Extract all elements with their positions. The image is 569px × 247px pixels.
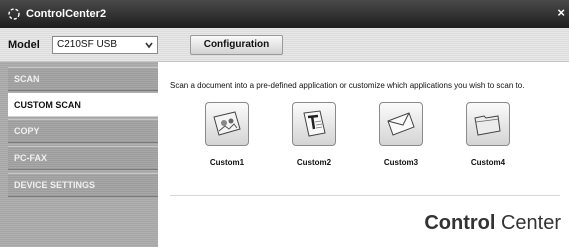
custom3-icon-box xyxy=(379,102,423,146)
custom3-label: Custom3 xyxy=(383,158,419,167)
custom2-button[interactable]: Custom2 xyxy=(271,102,357,174)
app-icon xyxy=(8,8,20,20)
brand-logo-bold: Control xyxy=(424,212,496,234)
brand-logo-regular: Center xyxy=(495,212,561,234)
sidebar-item-pc-fax[interactable]: PC-FAX xyxy=(8,146,158,170)
chevron-down-icon xyxy=(145,42,153,49)
sidebar-item-device-settings[interactable]: DEVICE SETTINGS xyxy=(8,173,158,197)
title-bar: ControlCenter2 × xyxy=(0,0,569,28)
sidebar: SCAN CUSTOM SCAN COPY PC-FAX DEVICE SETT… xyxy=(0,62,158,247)
custom4-button[interactable]: Custom4 xyxy=(445,102,531,174)
sidebar-item-custom-scan[interactable]: CUSTOM SCAN xyxy=(8,93,158,117)
brand-logo: Control Center xyxy=(424,212,561,235)
text-document-icon xyxy=(303,110,326,137)
envelope-icon xyxy=(387,112,415,136)
custom2-icon-box xyxy=(292,102,336,146)
configuration-button[interactable]: Configuration xyxy=(190,35,283,55)
custom2-label: Custom2 xyxy=(296,158,332,167)
model-label: Model xyxy=(8,39,40,51)
divider xyxy=(170,195,560,196)
main-panel: Scan a document into a pre-defined appli… xyxy=(158,62,569,247)
close-icon[interactable]: × xyxy=(557,5,565,20)
custom4-icon-box xyxy=(466,102,510,146)
description-text: Scan a document into a pre-defined appli… xyxy=(170,81,525,90)
model-select[interactable]: C210SF USB xyxy=(52,36,158,54)
custom1-label: Custom1 xyxy=(209,158,245,167)
sidebar-item-copy[interactable]: COPY xyxy=(8,119,158,143)
image-icon xyxy=(213,111,241,136)
model-bar: Model C210SF USB Configuration xyxy=(0,28,569,62)
sidebar-item-scan[interactable]: SCAN xyxy=(8,67,158,91)
model-select-value: C210SF USB xyxy=(57,39,118,50)
custom1-icon-box xyxy=(205,102,249,146)
custom4-label: Custom4 xyxy=(470,158,506,167)
custom3-button[interactable]: Custom3 xyxy=(358,102,444,174)
custom1-button[interactable]: Custom1 xyxy=(184,102,270,174)
folder-icon xyxy=(474,115,501,136)
window-title: ControlCenter2 xyxy=(26,8,107,20)
